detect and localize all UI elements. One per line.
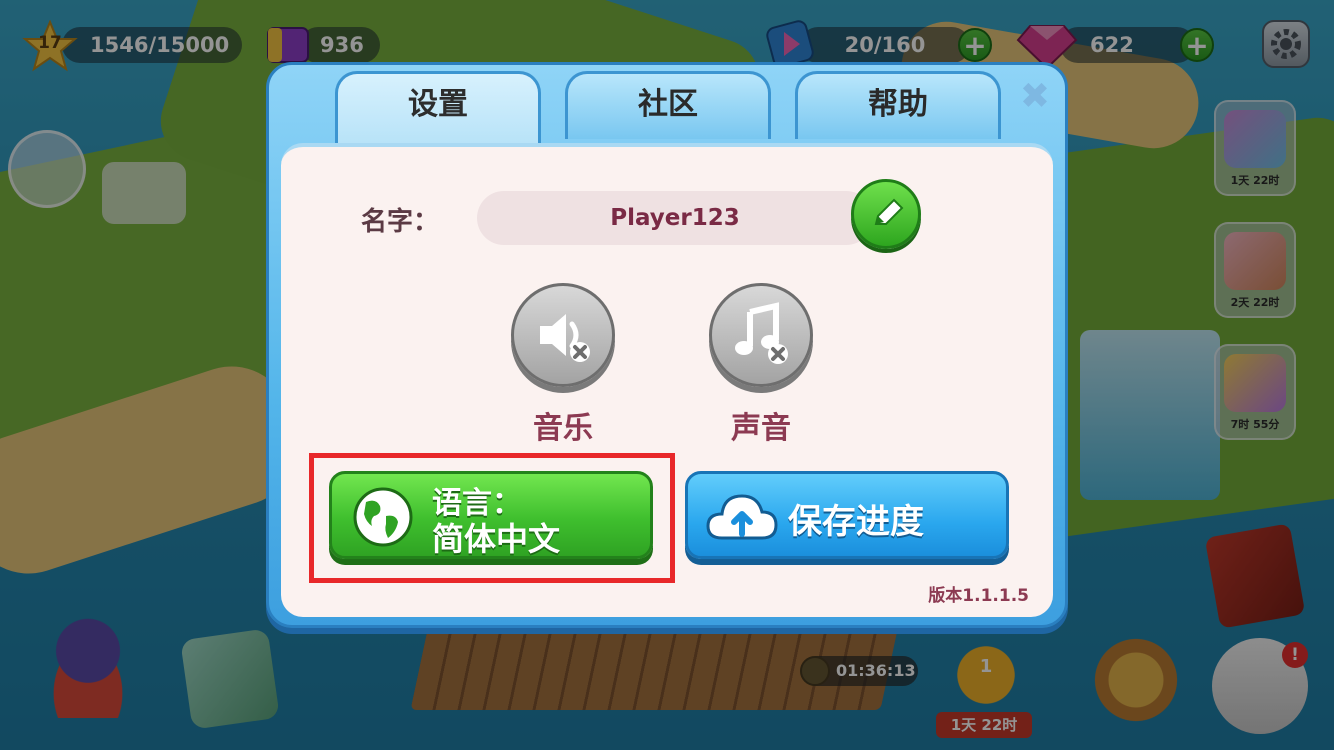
close-icon[interactable]: ✖ <box>1017 79 1053 115</box>
cloud-upload-icon <box>706 494 778 540</box>
tab-community[interactable]: 社区 <box>565 71 771 139</box>
sound-muted-icon <box>735 302 788 364</box>
sound-label: 声音 <box>731 411 791 446</box>
music-label: 音乐 <box>533 411 593 446</box>
pencil-icon <box>874 198 904 225</box>
language-button[interactable]: 语言： 简体中文 <box>329 471 653 559</box>
edit-name-button[interactable] <box>851 179 921 249</box>
name-label: 名字： <box>361 207 440 237</box>
tab-help[interactable]: 帮助 <box>795 71 1001 139</box>
sound-toggle-button[interactable] <box>709 283 813 387</box>
settings-panel: 名字： Player123 音乐 声音 语言： 简体中文 保存进度 版本1.1.… <box>281 143 1053 617</box>
language-value: 简体中文 <box>432 520 561 558</box>
tab-settings[interactable]: 设置 <box>335 71 541 143</box>
save-progress-button[interactable]: 保存进度 <box>685 471 1009 559</box>
version-text: 版本1.1.1.5 <box>928 586 1029 606</box>
music-muted-icon <box>540 314 590 362</box>
save-progress-label: 保存进度 <box>788 502 924 542</box>
globe-icon <box>353 487 413 547</box>
settings-dialog: 设置 社区 帮助 ✖ 名字： Player123 音乐 声音 语言： 简体中文 … <box>266 62 1068 628</box>
music-toggle-button[interactable] <box>511 283 615 387</box>
player-name-field[interactable]: Player123 <box>477 191 873 245</box>
